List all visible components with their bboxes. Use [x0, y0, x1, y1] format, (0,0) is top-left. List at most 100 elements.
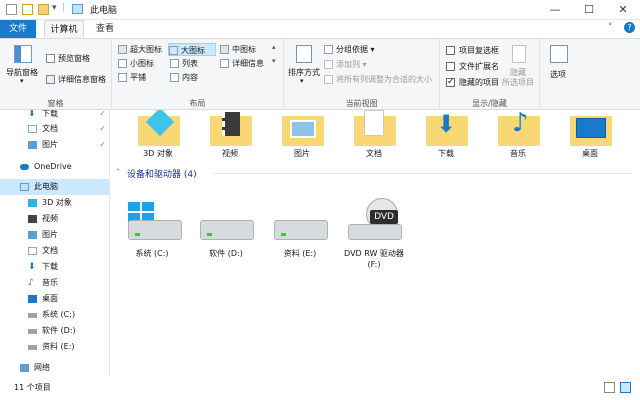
options-button[interactable]: 选项 — [544, 43, 576, 91]
drive-e[interactable]: 资料 (E:) — [262, 198, 338, 278]
maximize-button[interactable]: ☐ — [572, 0, 606, 20]
file-extensions-toggle[interactable]: 文件扩展名 — [446, 60, 499, 73]
nav-item-downloads[interactable]: ⬇ 下载 — [0, 259, 109, 275]
preview-pane-button[interactable]: 预览窗格 — [46, 52, 90, 65]
folder-pictures[interactable]: 图片 — [268, 110, 336, 160]
drive-icon — [348, 224, 402, 240]
layout-large-icons[interactable]: 大图标 — [168, 43, 216, 56]
nav-item-label: 下载 — [42, 262, 58, 271]
devices-section-header[interactable]: 设备和驱动器 (4) — [127, 167, 197, 180]
layout-content[interactable]: 内容 — [170, 71, 198, 84]
sort-by-button[interactable]: 排序方式 ▾ — [288, 43, 320, 89]
item-checkboxes-checkbox[interactable] — [446, 46, 455, 55]
tab-file[interactable]: 文件 — [0, 20, 36, 38]
drive-label-line2: (F:) — [367, 260, 381, 269]
close-button[interactable]: ✕ — [606, 0, 640, 20]
minimize-button[interactable]: — — [538, 0, 572, 20]
layout-item-label: 超大图标 — [130, 45, 162, 54]
folder-3d-objects[interactable]: 3D 对象 — [124, 110, 192, 160]
folder-desktop[interactable]: 桌面 — [556, 110, 624, 160]
layout-list[interactable]: 列表 — [170, 57, 198, 70]
layout-small-icons[interactable]: 小图标 — [118, 57, 154, 70]
layout-tiles[interactable]: 平铺 — [118, 71, 146, 84]
drive-c[interactable]: 系统 (C:) — [114, 198, 190, 278]
folder-documents[interactable]: 文档 — [340, 110, 408, 160]
drive-icon — [200, 220, 254, 240]
nav-item-this-pc[interactable]: 此电脑 — [0, 179, 109, 195]
computer-icon — [72, 4, 83, 14]
hide-selected-button[interactable]: 隐藏 所选项目 — [502, 43, 538, 91]
layout-scroll-up-icon[interactable]: ▴ — [272, 43, 276, 51]
chevron-down-icon: ▾ — [300, 77, 304, 85]
file-extensions-checkbox[interactable] — [446, 62, 455, 71]
large-icons-view-icon[interactable] — [620, 382, 631, 393]
content-area: 3D 对象 视频 图片 文档 ⬇ 下载 ♪ 音乐 桌面 ˅ 设备和驱动器 (4) — [110, 110, 640, 376]
section-collapse-icon[interactable]: ˅ — [116, 168, 120, 177]
nav-item-network[interactable]: 网络 — [0, 360, 109, 376]
layout-item-label: 中图标 — [232, 45, 256, 54]
new-folder-icon[interactable] — [38, 4, 49, 15]
drive-d[interactable]: 软件 (D:) — [188, 198, 264, 278]
network-icon — [20, 364, 29, 372]
nav-item-pictures[interactable]: 图片 — [0, 227, 109, 243]
nav-item-music[interactable]: ♪ 音乐 — [0, 275, 109, 291]
folder-label: 下载 — [438, 149, 454, 158]
nav-item-onedrive[interactable]: OneDrive — [0, 159, 109, 175]
pane-group-label: 窗格 — [47, 99, 64, 108]
qa-dropdown-icon[interactable]: ▾ — [52, 3, 57, 13]
nav-item-documents-pinned[interactable]: 文档 ✓ — [0, 121, 109, 137]
hidden-items-toggle[interactable]: 隐藏的项目 — [446, 76, 499, 89]
nav-item-label: 文档 — [42, 124, 58, 133]
tiles-icon — [118, 73, 127, 82]
nav-item-drive-e[interactable]: 资料 (E:) — [0, 339, 109, 355]
item-checkboxes-toggle[interactable]: 项目复选框 — [446, 44, 499, 57]
nav-item-drive-c[interactable]: 系统 (C:) — [0, 307, 109, 323]
nav-pane-icon — [14, 45, 32, 63]
preview-pane-label: 预览窗格 — [58, 54, 90, 63]
ribbon-tab-row: 文件 计算机 查看 ˅ ? — [0, 20, 640, 38]
collapse-ribbon-icon[interactable]: ˅ — [608, 23, 613, 33]
download-arrow-icon: ⬇ — [28, 110, 36, 119]
nav-pane-button[interactable]: 导航窗格 ▾ — [4, 43, 40, 91]
nav-item-documents[interactable]: 文档 — [0, 243, 109, 259]
cloud-icon — [20, 164, 29, 170]
layout-item-label: 大图标 — [181, 46, 205, 55]
sort-by-label: 排序方式 — [288, 68, 320, 77]
layout-details[interactable]: 详细信息 — [220, 57, 264, 70]
download-arrow-icon: ⬇ — [28, 262, 36, 272]
size-columns-button[interactable]: 将所有列调整为合适的大小 — [324, 73, 432, 86]
layout-item-label: 详细信息 — [232, 59, 264, 68]
details-pane-button[interactable]: 详细信息窗格 — [46, 73, 106, 86]
tab-computer[interactable]: 计算机 — [44, 20, 84, 38]
drive-dvd[interactable]: DVD DVD RW 驱动器 (F:) — [336, 198, 412, 278]
details-view-icon[interactable] — [604, 382, 615, 393]
tab-view[interactable]: 查看 — [88, 20, 122, 38]
nav-item-videos[interactable]: 视频 — [0, 211, 109, 227]
add-column-button[interactable]: 添加列 ▾ — [324, 58, 367, 71]
drive-icon — [274, 220, 328, 240]
layout-group-label: 布局 — [189, 99, 206, 108]
nav-item-label: 系统 (C:) — [42, 310, 76, 319]
hidden-items-checkbox[interactable] — [446, 76, 455, 89]
folder-downloads[interactable]: ⬇ 下载 — [412, 110, 480, 160]
folder-videos[interactable]: 视频 — [196, 110, 264, 160]
layout-medium-icons[interactable]: 中图标 — [220, 43, 256, 56]
current-view-group: 排序方式 ▾ 分组依据 ▾ 添加列 ▾ 将所有列调整为合适的大小 当前视图 — [284, 39, 440, 111]
help-icon[interactable]: ? — [624, 22, 635, 33]
group-by-button[interactable]: 分组依据 ▾ — [324, 43, 375, 56]
group-by-icon — [324, 45, 333, 54]
folder-music[interactable]: ♪ 音乐 — [484, 110, 552, 160]
nav-item-desktop[interactable]: 桌面 — [0, 291, 109, 307]
layout-item-label: 内容 — [182, 73, 198, 82]
pin-icon: ✓ — [99, 124, 106, 133]
details-pane-icon — [46, 75, 55, 84]
properties-icon[interactable] — [22, 4, 33, 15]
nav-item-3d-objects[interactable]: 3D 对象 — [0, 195, 109, 211]
nav-item-drive-d[interactable]: 软件 (D:) — [0, 323, 109, 339]
layout-extra-large-icons[interactable]: 超大图标 — [118, 43, 162, 56]
list-icon — [170, 59, 179, 68]
window-menu-icon[interactable] — [6, 4, 17, 15]
nav-item-pictures-pinned[interactable]: 图片 ✓ — [0, 137, 109, 153]
folder-label: 3D 对象 — [143, 149, 173, 158]
layout-scroll-down-icon[interactable]: ▾ — [272, 57, 276, 65]
